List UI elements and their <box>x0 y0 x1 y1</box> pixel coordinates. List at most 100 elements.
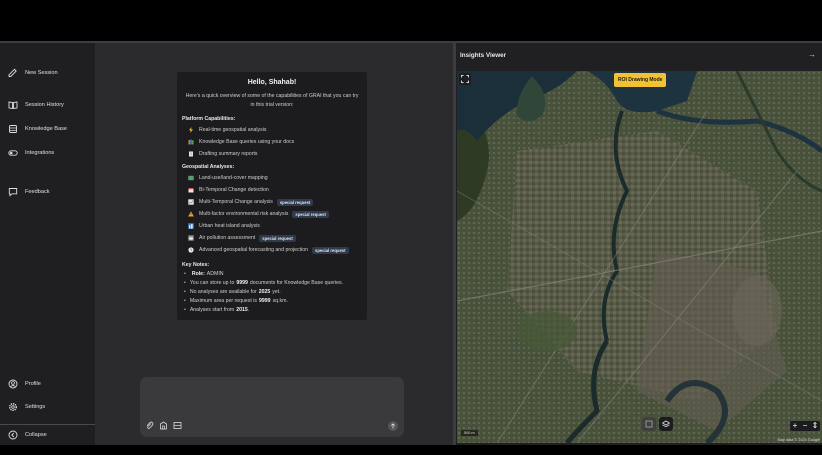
zoom-out-button[interactable]: − <box>800 421 810 431</box>
note-text: sq.km. <box>272 298 288 304</box>
fullscreen-button[interactable] <box>459 73 471 85</box>
table-icon[interactable] <box>173 421 182 430</box>
bottom-bar <box>0 445 822 455</box>
sidebar-item-label: Settings <box>25 404 46 410</box>
list-item: Advanced geospatial forecasting and proj… <box>188 246 349 254</box>
list-item-label: Knowledge Base queries using your docs <box>199 139 295 145</box>
document-icon <box>189 151 193 157</box>
map-attribution: Map data © 2024 Google <box>777 438 820 442</box>
special-request-badge: special request <box>259 234 296 242</box>
sidebar-item-collapse[interactable]: Collapse <box>8 428 47 442</box>
note-text: yet. <box>272 289 281 295</box>
map-scale: 500 m <box>461 430 478 436</box>
list-item-label: Advanced geospatial forecasting and proj… <box>199 247 309 253</box>
sidebar-item-integrations[interactable]: Integrations <box>8 146 54 160</box>
note-text: documents for Knowledge Base queries. <box>249 280 344 286</box>
sidebar-item-label: Knowledge Base <box>25 126 67 132</box>
database-icon <box>9 125 17 133</box>
list-item-label: Urban heat island analysis <box>199 223 260 229</box>
special-request-badge: special request <box>276 198 314 206</box>
zoom-in-button[interactable]: + <box>790 421 800 431</box>
warning-icon <box>188 211 194 217</box>
message-icon <box>8 188 18 197</box>
city-icon <box>188 223 194 229</box>
map-icon <box>188 175 194 181</box>
toggle-icon <box>8 150 18 156</box>
area-limit: 9999 <box>259 298 271 304</box>
list-item: Drafting summary reports <box>188 150 258 158</box>
special-request-badge: special request <box>292 210 329 218</box>
paperclip-icon[interactable] <box>145 421 154 430</box>
role-label: Role: <box>191 271 205 277</box>
viewer-title: Insights Viewer <box>460 52 507 59</box>
arrow-left-icon <box>8 430 18 440</box>
sidebar-item-label: Feedback <box>25 189 50 195</box>
forecast-icon <box>188 247 194 253</box>
docs-limit: 9999 <box>236 280 248 286</box>
note-text: No analyses are available for <box>189 289 257 295</box>
building-icon[interactable] <box>159 421 168 430</box>
bolt-icon <box>189 127 193 133</box>
welcome-card: Hello, Shahab! Here's a quick overview o… <box>177 72 367 320</box>
list-item-label: Land-use/land-cover mapping <box>199 175 268 181</box>
layers-icon <box>662 420 670 428</box>
message-composer[interactable] <box>140 377 404 437</box>
send-button[interactable] <box>388 421 398 431</box>
list-item: Multi-factor environmental risk analysis… <box>188 210 329 218</box>
sidebar-item-label: New Session <box>25 70 58 76</box>
note-text: . <box>247 307 250 313</box>
layers-button[interactable] <box>659 417 673 431</box>
calendar-icon <box>188 188 194 193</box>
gear-icon <box>9 403 17 411</box>
sidebar-divider <box>0 424 95 425</box>
note-text: You can store up to <box>189 280 235 286</box>
collapse-viewer-icon[interactable]: → <box>808 50 816 59</box>
platform-heading: Platform Capabilities: <box>182 116 236 122</box>
list-item-label: Bi-Temporal Change detection <box>199 187 269 193</box>
satellite-map[interactable]: ROI Drawing Mode + − ⇕ 500 m Map data © … <box>457 71 822 443</box>
chart-icon <box>188 199 194 205</box>
list-item: Bi-Temporal Change detection <box>188 186 269 194</box>
sidebar-item-label: Integrations <box>25 150 55 156</box>
list-item: Knowledge Base queries using your docs <box>188 138 294 146</box>
list-item-label: Multi-factor environmental risk analysis <box>199 211 289 217</box>
notes-heading: Key Notes: <box>182 262 210 268</box>
list-item: You can store up to9999documents for Kno… <box>184 279 343 287</box>
sidebar-item-feedback[interactable]: Feedback <box>8 185 50 199</box>
list-item: No analyses are available for2025yet. <box>184 288 281 296</box>
list-item: Maximum area per request is9999sq.km. <box>184 297 288 305</box>
sidebar-item-label: Session History <box>25 102 64 108</box>
sidebar-item-settings[interactable]: Settings <box>8 400 45 414</box>
role-value: ADMIN <box>206 271 224 277</box>
sidebar-item-knowledge-base[interactable]: Knowledge Base <box>8 122 67 136</box>
roi-drawing-mode-button[interactable]: ROI Drawing Mode <box>614 73 667 87</box>
books-icon <box>188 139 194 145</box>
list-item: Analyses start from2015. <box>184 306 249 314</box>
layer-switcher <box>642 417 673 431</box>
sidebar-item-profile[interactable]: Profile <box>8 377 41 391</box>
sidebar-item-session-history[interactable]: Session History <box>8 98 64 112</box>
user-icon <box>8 379 18 389</box>
map-view-button[interactable] <box>642 417 656 431</box>
sidebar-item-label: Collapse <box>25 432 47 438</box>
book-icon <box>8 101 18 110</box>
list-item: Air pollution assessment special request <box>188 234 296 242</box>
welcome-title: Hello, Shahab! <box>247 79 297 86</box>
sidebar-item-new-session[interactable]: New Session <box>8 66 58 80</box>
welcome-intro: Here's a quick overview of some of the c… <box>185 93 359 108</box>
fullscreen-icon <box>461 75 469 83</box>
send-arrow-icon <box>390 423 396 429</box>
special-request-badge: special request <box>312 246 349 254</box>
list-item-label: Drafting summary reports <box>199 151 258 157</box>
chat-area: Hello, Shahab! Here's a quick overview o… <box>95 43 453 445</box>
list-item: Multi-Temporal Change analysis special r… <box>188 198 314 206</box>
compass-icon[interactable]: ⇕ <box>810 421 820 431</box>
note-text: Maximum area per request is <box>189 298 258 304</box>
list-item: Real-time geospatial analysis <box>188 126 266 134</box>
list-item: Urban heat island analysis <box>188 222 260 230</box>
note-text: Analyses start from <box>189 307 235 313</box>
analyses-year: 2025 <box>258 289 271 295</box>
list-item-label: Air pollution assessment <box>199 235 256 241</box>
top-bar <box>0 0 822 42</box>
list-item-label: Real-time geospatial analysis <box>199 127 267 133</box>
